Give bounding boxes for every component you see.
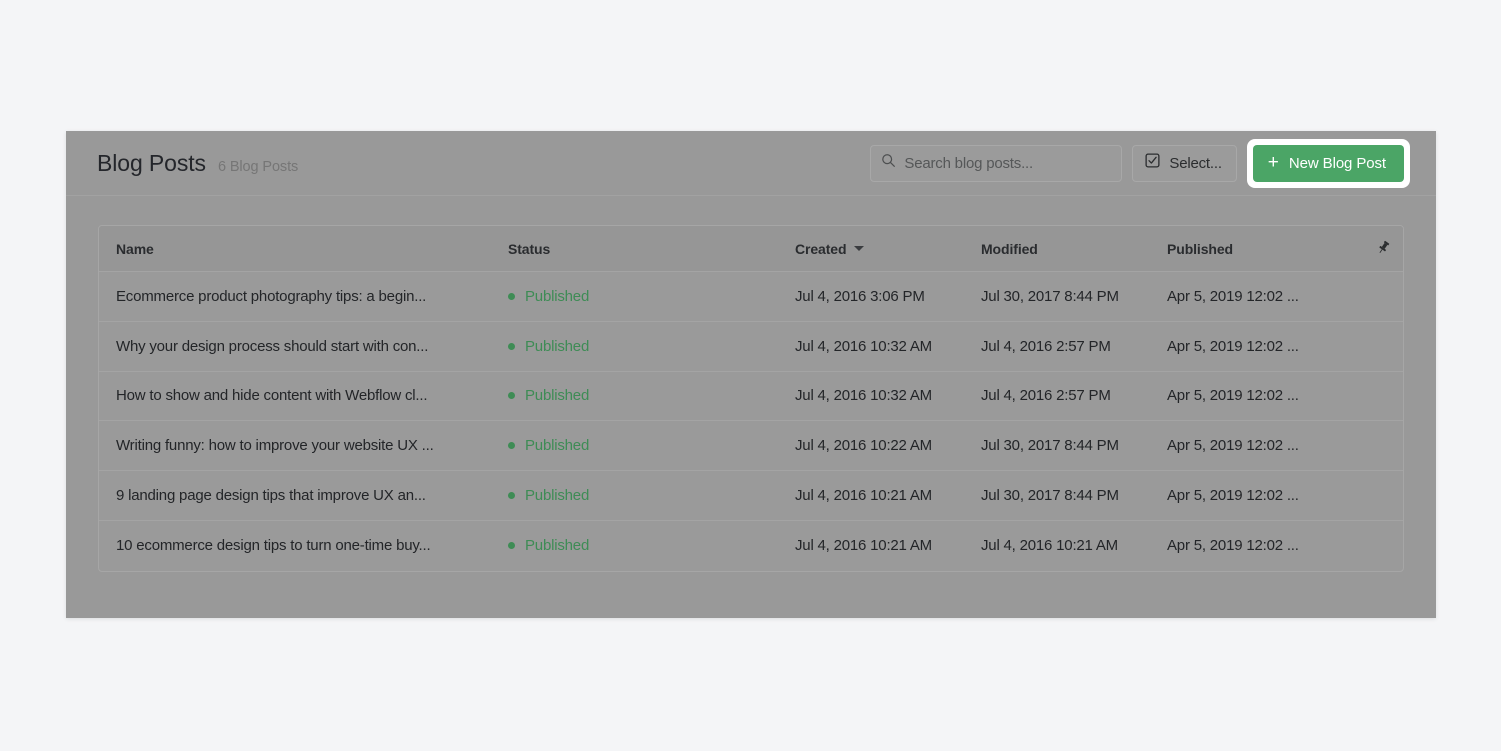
status-badge: Published: [525, 437, 589, 454]
status-dot-icon: [508, 542, 515, 549]
cell-status: Published: [508, 487, 795, 504]
new-blog-post-label: New Blog Post: [1289, 155, 1386, 172]
cell-modified: Jul 30, 2017 8:44 PM: [981, 487, 1167, 504]
table-row[interactable]: Why your design process should start wit…: [99, 322, 1403, 372]
new-blog-post-button[interactable]: + New Blog Post: [1253, 145, 1404, 182]
cell-name: How to show and hide content with Webflo…: [99, 387, 508, 404]
status-badge: Published: [525, 288, 589, 305]
pin-column-button[interactable]: [1363, 240, 1403, 258]
cell-modified: Jul 30, 2017 8:44 PM: [981, 288, 1167, 305]
table-row[interactable]: Ecommerce product photography tips: a be…: [99, 272, 1403, 322]
status-badge: Published: [525, 338, 589, 355]
cell-name: 9 landing page design tips that improve …: [99, 487, 508, 504]
blog-posts-panel: Blog Posts 6 Blog Posts Search blog post…: [66, 131, 1436, 618]
status-dot-icon: [508, 343, 515, 350]
panel-header: Blog Posts 6 Blog Posts Search blog post…: [66, 131, 1436, 196]
table-row[interactable]: 10 ecommerce design tips to turn one-tim…: [99, 521, 1403, 571]
cell-created: Jul 4, 2016 10:22 AM: [795, 437, 981, 454]
cell-name: 10 ecommerce design tips to turn one-tim…: [99, 537, 508, 554]
cell-name: Why your design process should start wit…: [99, 338, 508, 355]
cell-modified: Jul 4, 2016 2:57 PM: [981, 338, 1167, 355]
header-controls: Search blog posts... Select... + New Blo…: [870, 139, 1410, 188]
status-badge: Published: [525, 487, 589, 504]
pushpin-icon: [1376, 240, 1391, 258]
page-subtitle-count: 6 Blog Posts: [218, 159, 298, 175]
page-title: Blog Posts: [97, 150, 206, 177]
cell-modified: Jul 4, 2016 10:21 AM: [981, 537, 1167, 554]
cell-status: Published: [508, 338, 795, 355]
new-blog-post-highlight-ring: + New Blog Post: [1247, 139, 1410, 188]
table-header-row: Name Status Created Modified Published: [99, 226, 1403, 272]
cell-name: Ecommerce product photography tips: a be…: [99, 288, 508, 305]
search-placeholder: Search blog posts...: [904, 155, 1033, 172]
select-button[interactable]: Select...: [1132, 145, 1236, 182]
cell-created: Jul 4, 2016 10:32 AM: [795, 387, 981, 404]
cell-created: Jul 4, 2016 10:21 AM: [795, 537, 981, 554]
cell-status: Published: [508, 387, 795, 404]
cell-status: Published: [508, 288, 795, 305]
title-group: Blog Posts 6 Blog Posts: [97, 150, 870, 177]
cell-published: Apr 5, 2019 12:02 ...: [1167, 387, 1363, 404]
cell-status: Published: [508, 437, 795, 454]
status-dot-icon: [508, 392, 515, 399]
cell-published: Apr 5, 2019 12:02 ...: [1167, 537, 1363, 554]
cell-published: Apr 5, 2019 12:02 ...: [1167, 437, 1363, 454]
cell-status: Published: [508, 537, 795, 554]
cell-published: Apr 5, 2019 12:02 ...: [1167, 338, 1363, 355]
chevron-down-icon: [854, 246, 864, 251]
cell-created: Jul 4, 2016 3:06 PM: [795, 288, 981, 305]
status-badge: Published: [525, 537, 589, 554]
cell-published: Apr 5, 2019 12:02 ...: [1167, 288, 1363, 305]
search-icon: [881, 153, 896, 173]
status-dot-icon: [508, 442, 515, 449]
cell-modified: Jul 4, 2016 2:57 PM: [981, 387, 1167, 404]
checkbox-checked-icon: [1145, 153, 1160, 173]
column-header-name[interactable]: Name: [99, 241, 508, 257]
column-header-modified[interactable]: Modified: [981, 241, 1167, 257]
status-dot-icon: [508, 492, 515, 499]
cell-created: Jul 4, 2016 10:21 AM: [795, 487, 981, 504]
cell-created: Jul 4, 2016 10:32 AM: [795, 338, 981, 355]
cell-name: Writing funny: how to improve your websi…: [99, 437, 508, 454]
table-area: Name Status Created Modified Published: [66, 196, 1436, 572]
column-header-created-label: Created: [795, 241, 846, 257]
column-header-published[interactable]: Published: [1167, 241, 1363, 257]
status-dot-icon: [508, 293, 515, 300]
blog-posts-table: Name Status Created Modified Published: [98, 225, 1404, 572]
table-body: Ecommerce product photography tips: a be…: [99, 272, 1403, 571]
cell-published: Apr 5, 2019 12:02 ...: [1167, 487, 1363, 504]
column-header-created[interactable]: Created: [795, 241, 981, 257]
table-row[interactable]: How to show and hide content with Webflo…: [99, 372, 1403, 422]
cell-modified: Jul 30, 2017 8:44 PM: [981, 437, 1167, 454]
status-badge: Published: [525, 387, 589, 404]
plus-icon: +: [1268, 153, 1279, 172]
table-row[interactable]: Writing funny: how to improve your websi…: [99, 421, 1403, 471]
column-header-status[interactable]: Status: [508, 241, 795, 257]
search-input[interactable]: Search blog posts...: [870, 145, 1122, 182]
table-row[interactable]: 9 landing page design tips that improve …: [99, 471, 1403, 521]
select-button-label: Select...: [1169, 155, 1221, 172]
